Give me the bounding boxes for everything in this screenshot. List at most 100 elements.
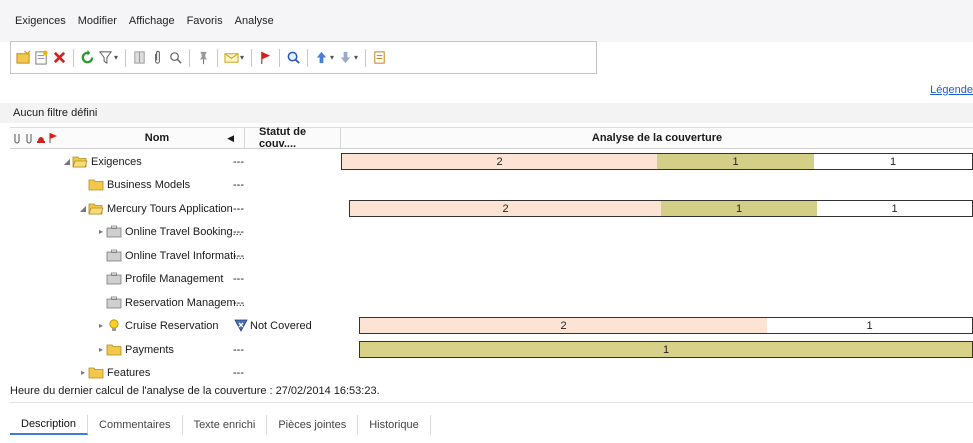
coverage-status: --- [233, 220, 244, 243]
tree-row[interactable]: Profile Management --- [10, 267, 973, 290]
move-down-icon[interactable] [338, 50, 353, 65]
status-text: --- [233, 296, 244, 309]
tree-row[interactable]: Reservation Managem... --- [10, 291, 973, 314]
tree-row[interactable]: Business Models --- [10, 173, 973, 196]
tree-node[interactable]: Business Models [78, 173, 190, 196]
status-text: --- [233, 178, 244, 191]
tree-row[interactable]: ▸ Payments --- 1 [10, 338, 973, 361]
tree-node[interactable]: Profile Management [96, 267, 223, 290]
tree-node[interactable]: ▸ Online Travel Booking... [96, 220, 242, 243]
briefcase-icon [106, 225, 122, 238]
tab-commentaires[interactable]: Commentaires [88, 415, 183, 435]
tree-row[interactable]: ◢ Exigences --- 2 1 1 [10, 150, 973, 173]
tree-node[interactable]: Online Travel Informati... [96, 244, 245, 267]
tree-row[interactable]: ▸ Features --- [10, 361, 973, 384]
menu-analyse[interactable]: Analyse [233, 13, 276, 29]
filter-dropdown-icon[interactable]: ▾ [114, 53, 118, 62]
status-text: --- [233, 155, 244, 168]
coverage-bar: 2 1 1 [341, 153, 973, 170]
status-text: --- [233, 202, 244, 215]
coverage-status: --- [233, 150, 244, 173]
tree-row[interactable]: ◢ Mercury Tours Application --- 2 1 1 [10, 197, 973, 220]
move-up-icon[interactable] [314, 50, 329, 65]
legend-link[interactable]: Légende [930, 84, 973, 96]
tab-historique[interactable]: Historique [358, 415, 431, 435]
flag-icon[interactable] [258, 50, 273, 65]
tree-row[interactable]: ▸ Cruise Reservation Not Covered 2 1 [10, 314, 973, 337]
tree-row[interactable]: Online Travel Informati... --- [10, 244, 973, 267]
menu-affichage[interactable]: Affichage [127, 13, 177, 29]
filter-status-text: Aucun filtre défini [13, 107, 98, 119]
tree-node-label: Reservation Managem... [125, 296, 245, 309]
coverage-bar: 1 [359, 341, 973, 358]
tab-pieces-jointes[interactable]: Pièces jointes [267, 415, 359, 435]
briefcase-icon [106, 249, 122, 262]
last-calculation-info: Heure du dernier calcul de l'analyse de … [10, 385, 380, 397]
tree-node[interactable]: ◢ Exigences [62, 150, 142, 173]
alert-icon[interactable] [36, 132, 46, 144]
mail-dropdown-icon[interactable]: ▾ [240, 53, 244, 62]
status-text: --- [233, 225, 244, 238]
collapsed-arrow-icon[interactable]: ▸ [96, 345, 106, 354]
tree-node-label: Business Models [107, 178, 191, 191]
coverage-status: --- [233, 291, 244, 314]
tree-node[interactable]: ◢ Mercury Tours Application [78, 197, 233, 220]
expanded-arrow-icon[interactable]: ◢ [62, 157, 72, 166]
coverage-bar: 2 1 [359, 317, 973, 334]
menu-exigences[interactable]: Exigences [13, 13, 68, 29]
pin-icon[interactable] [196, 50, 211, 65]
zoom-icon[interactable] [168, 50, 183, 65]
new-requirement-icon[interactable] [34, 50, 49, 65]
tree-node-label: Online Travel Booking... [125, 225, 242, 238]
new-folder-icon[interactable] [16, 50, 31, 65]
status-text: --- [233, 343, 244, 356]
find-icon[interactable] [286, 50, 301, 65]
column-header-name[interactable]: Nom ◀ [70, 128, 244, 148]
attachment-icon[interactable] [12, 132, 22, 144]
menu-favoris[interactable]: Favoris [185, 13, 225, 29]
delete-icon[interactable] [52, 50, 67, 65]
tree-node[interactable]: ▸ Features [78, 361, 150, 384]
refresh-icon[interactable] [80, 50, 95, 65]
tree-node[interactable]: Reservation Managem... [96, 291, 245, 314]
move-up-dropdown-icon[interactable]: ▾ [330, 53, 334, 62]
flag-icon[interactable] [48, 132, 58, 144]
tree-node[interactable]: ▸ Payments [96, 338, 174, 361]
tab-texte-enrichi[interactable]: Texte enrichi [183, 415, 268, 435]
menu-modifier[interactable]: Modifier [76, 13, 119, 29]
column-header-status-label: Statut de couv.... [259, 126, 307, 150]
mail-icon[interactable] [224, 50, 239, 65]
column-header-coverage[interactable]: Analyse de la couverture [340, 128, 973, 148]
toolbar-separator [189, 48, 191, 67]
move-down-dropdown-icon[interactable]: ▾ [354, 53, 358, 62]
expanded-arrow-icon[interactable]: ◢ [78, 204, 88, 213]
collapsed-arrow-icon[interactable]: ▸ [96, 227, 106, 236]
toolbar-separator [125, 48, 127, 67]
coverage-status: --- [233, 197, 244, 220]
attachment-icon[interactable] [24, 132, 34, 144]
column-header-status[interactable]: Statut de couv.... [244, 126, 340, 150]
collapsed-arrow-icon[interactable]: ▸ [96, 321, 106, 330]
toolbar-separator [307, 48, 309, 67]
tree-row[interactable]: ▸ Online Travel Booking... --- [10, 220, 973, 243]
coverage-segment-not-covered: 2 [360, 318, 767, 333]
sort-arrow-icon[interactable]: ◀ [227, 133, 234, 144]
toolbar-separator [73, 48, 74, 67]
folder-icon [88, 366, 104, 379]
coverage-bar: 2 1 1 [349, 200, 973, 217]
filter-bar: Aucun filtre défini [0, 103, 973, 123]
filter-icon[interactable] [98, 50, 113, 65]
tree-node[interactable]: ▸ Cruise Reservation [96, 314, 219, 337]
tree-node-label: Features [107, 366, 151, 379]
coverage-status: --- [233, 338, 244, 361]
report-icon[interactable] [372, 50, 387, 65]
tab-description[interactable]: Description [10, 415, 89, 435]
tree-node-label: Payments [125, 343, 174, 356]
briefcase-icon [106, 272, 122, 285]
menu-bar: Exigences Modifier Affichage Favoris Ana… [0, 0, 973, 42]
collapsed-arrow-icon[interactable]: ▸ [78, 368, 88, 377]
coverage-status: Not Covered [233, 314, 312, 337]
columns-icon[interactable] [132, 50, 147, 65]
toolbar-separator [279, 48, 281, 67]
attachment-icon[interactable] [150, 50, 165, 65]
